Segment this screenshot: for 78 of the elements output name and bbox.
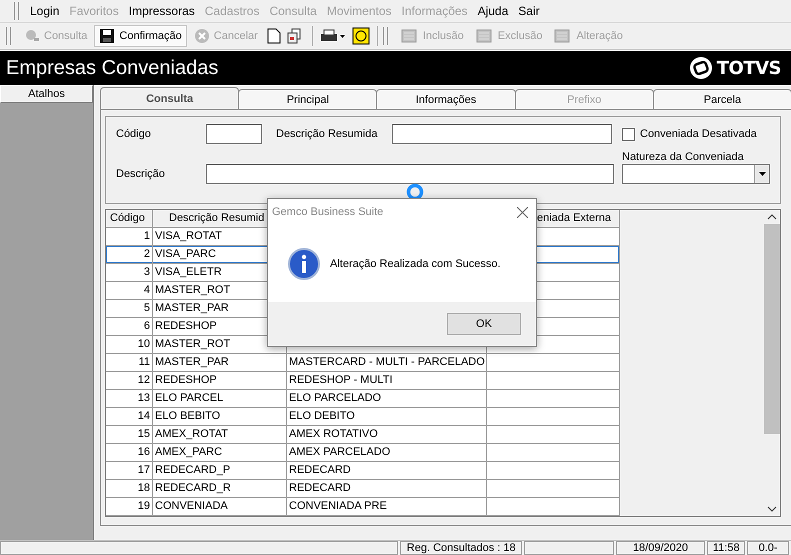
table-cell: 17 [106,462,153,480]
checkbox-label: Conveniada Desativada [640,128,757,140]
table-cell: ELO PARCELADO [287,390,487,408]
delete-record-icon [476,28,494,44]
help-button[interactable] [350,25,372,47]
status-version: 0.0- [747,541,789,555]
table-cell: AMEX_PARC [153,444,287,462]
table-cell: REDECARD [287,462,487,480]
table-cell: AMEX PARCELADO [287,444,487,462]
tab[interactable]: Principal [238,89,378,109]
floppy-icon [99,28,116,44]
table-cell: REDECARD_P [153,462,287,480]
printer-icon [320,28,346,44]
short-description-field[interactable] [392,124,612,144]
table-cell: MASTERCARD - MULTI - PARCELADO [287,354,487,372]
table-cell: ELO BEBITO [153,408,287,426]
table-cell: 2 [106,246,153,264]
cancel-icon [194,28,210,44]
field-label: Natureza da Conveniada [621,151,745,163]
page-title: Empresas Conveniadas [6,56,218,80]
edit-record-icon [554,28,572,44]
checkbox[interactable] [622,128,635,140]
busy-cursor-icon [406,183,424,201]
tab[interactable]: Informações [376,89,516,109]
table-cell: AMEX ROTATIVO [287,426,487,444]
brand-name: TOTVS [716,58,781,78]
table-cell: REDESHOP [153,372,287,390]
table-cell: 12 [106,372,153,390]
tab[interactable]: Parcela [652,89,791,109]
table-cell: 14 [106,408,153,426]
magnifier-icon [24,28,40,44]
table-cell: REDECARD [287,480,487,498]
table-cell: 4 [106,282,153,300]
table-cell: CONVENIADA PRE [287,498,487,516]
menu-item[interactable]: Login [25,4,64,18]
add-record-icon [400,28,419,44]
table-cell: 13 [106,390,153,408]
code-field[interactable] [206,124,262,144]
field-label: Descrição [116,168,166,180]
status-time: 11:58 [707,541,746,555]
table-cell: 1 [106,228,153,246]
document-icon [266,28,281,44]
table-cell: 18 [106,480,153,498]
sidebar-header[interactable]: Atalhos [0,85,93,103]
table-cell: ELO DEBITO [287,408,487,426]
field-label: Código [116,128,152,140]
dialog-message: Alteração Realizada com Sucesso. [330,258,501,270]
status-text: Reg. Consultados : 18 [400,541,522,555]
menu-item[interactable]: Sair [513,4,545,18]
caret-icon [758,172,766,176]
table-cell: 19 [106,498,153,516]
table-cell: 15 [106,426,153,444]
table-cell: CONVENIADA [153,498,287,516]
table-cell: 6 [106,318,153,336]
table-cell: 3 [106,264,153,282]
table-cell: MASTER_PAR [153,354,287,372]
dropdown[interactable] [622,164,770,184]
info-icon [288,248,320,280]
table-cell: REDECARD_R [153,480,287,498]
help-icon [352,27,370,45]
table-cell: MASTER_ROT [153,336,287,354]
table-cell: 11 [106,354,153,372]
description-field[interactable] [206,164,614,184]
field-label: Descrição Resumida [275,128,378,140]
table-cell: ELO PARCEL [153,390,287,408]
table-cell: AMEX_ROTAT [153,426,287,444]
menu-item[interactable]: Impressoras [124,4,200,18]
menu-item[interactable]: Ajuda [472,4,514,18]
status-date: 18/09/2020 [616,541,706,555]
table-cell: 16 [106,444,153,462]
table-cell: 10 [106,336,153,354]
logo-icon [688,56,713,80]
table-cell: 5 [106,300,153,318]
table-cell: REDESHOP - MULTI [287,372,487,390]
ok-button[interactable]: OK [447,313,521,335]
close-icon[interactable] [517,206,528,218]
tab[interactable]: Consulta [100,87,240,110]
toolbar-button[interactable]: Confirmação [94,25,187,47]
